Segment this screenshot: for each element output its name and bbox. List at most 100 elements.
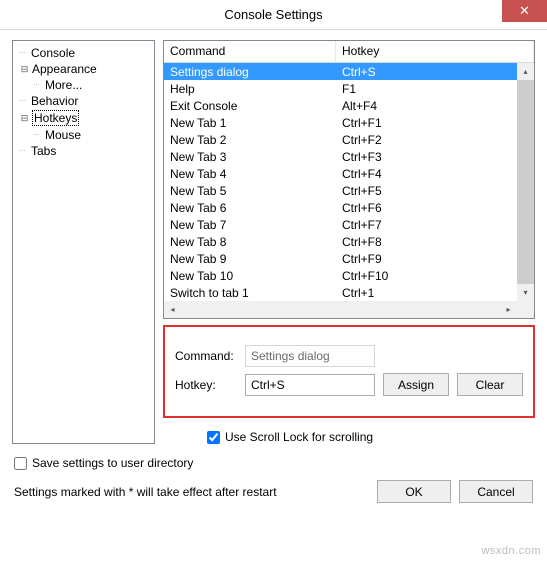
collapse-icon[interactable]: ⊟ xyxy=(19,113,30,124)
cell-command: New Tab 5 xyxy=(164,184,336,198)
cell-hotkey: Ctrl+F7 xyxy=(336,218,534,232)
list-row[interactable]: New Tab 3Ctrl+F3 xyxy=(164,148,534,165)
list-row[interactable]: New Tab 8Ctrl+F8 xyxy=(164,233,534,250)
close-icon: ✕ xyxy=(519,3,530,19)
list-row[interactable]: New Tab 1Ctrl+F1 xyxy=(164,114,534,131)
list-row[interactable]: HelpF1 xyxy=(164,80,534,97)
list-body[interactable]: Settings dialogCtrl+SHelpF1Exit ConsoleA… xyxy=(164,63,534,318)
list-row[interactable]: New Tab 10Ctrl+F10 xyxy=(164,267,534,284)
scroll-up-icon[interactable]: ▴ xyxy=(517,63,534,80)
horizontal-scrollbar[interactable]: ◂ ▸ xyxy=(164,301,517,318)
cell-command: Switch to tab 1 xyxy=(164,286,336,300)
scroll-left-icon[interactable]: ◂ xyxy=(164,301,181,318)
tree-item-label: Behavior xyxy=(31,94,78,108)
list-row[interactable]: Settings dialogCtrl+S xyxy=(164,63,534,80)
tree-item-tabs[interactable]: ⋯Tabs xyxy=(15,143,152,159)
hotkey-label: Hotkey: xyxy=(175,378,237,392)
restart-note: Settings marked with * will take effect … xyxy=(14,485,277,499)
scroll-corner xyxy=(517,301,534,318)
save-user-dir-row: Save settings to user directory xyxy=(14,456,533,470)
scroll-lock-label[interactable]: Use Scroll Lock for scrolling xyxy=(225,430,373,444)
title-bar: Console Settings ✕ xyxy=(0,0,547,30)
tree-item-label: Hotkeys xyxy=(32,110,79,126)
watermark: wsxdn.com xyxy=(481,545,541,557)
close-button[interactable]: ✕ xyxy=(502,0,547,22)
list-row[interactable]: New Tab 5Ctrl+F5 xyxy=(164,182,534,199)
cell-command: New Tab 4 xyxy=(164,167,336,181)
tree-item-more-[interactable]: ⋯More... xyxy=(15,77,152,93)
ok-button[interactable]: OK xyxy=(377,480,451,503)
hotkey-edit-group: Command: Settings dialog Hotkey: Assign … xyxy=(163,325,535,418)
cell-command: New Tab 1 xyxy=(164,116,336,130)
tree-item-behavior[interactable]: ⋯Behavior xyxy=(15,93,152,109)
cell-hotkey: Ctrl+F5 xyxy=(336,184,534,198)
assign-button[interactable]: Assign xyxy=(383,373,449,396)
cell-hotkey: Ctrl+F1 xyxy=(336,116,534,130)
cell-hotkey: Ctrl+F4 xyxy=(336,167,534,181)
list-row[interactable]: New Tab 2Ctrl+F2 xyxy=(164,131,534,148)
cell-command: Help xyxy=(164,82,336,96)
cell-hotkey: F1 xyxy=(336,82,534,96)
clear-button[interactable]: Clear xyxy=(457,373,523,396)
command-display: Settings dialog xyxy=(245,345,375,367)
tree-item-console[interactable]: ⋯Console xyxy=(15,45,152,61)
command-row: Command: Settings dialog xyxy=(175,345,523,367)
cell-hotkey: Ctrl+F3 xyxy=(336,150,534,164)
save-user-dir-label[interactable]: Save settings to user directory xyxy=(32,456,193,470)
cell-command: New Tab 2 xyxy=(164,133,336,147)
vertical-scrollbar[interactable]: ▴ ▾ xyxy=(517,63,534,301)
list-row[interactable]: New Tab 7Ctrl+F7 xyxy=(164,216,534,233)
cell-command: New Tab 6 xyxy=(164,201,336,215)
save-user-dir-checkbox[interactable] xyxy=(14,457,27,470)
tree-item-label: Mouse xyxy=(45,128,81,142)
column-hotkey[interactable]: Hotkey xyxy=(336,41,534,62)
cell-hotkey: Ctrl+S xyxy=(336,65,534,79)
list-header: Command Hotkey xyxy=(164,41,534,63)
cell-command: Exit Console xyxy=(164,99,336,113)
scroll-lock-checkbox[interactable] xyxy=(207,431,220,444)
cell-command: New Tab 10 xyxy=(164,269,336,283)
cancel-button[interactable]: Cancel xyxy=(459,480,533,503)
cell-command: New Tab 9 xyxy=(164,252,336,266)
cell-hotkey: Ctrl+F10 xyxy=(336,269,534,283)
scroll-lock-row: Use Scroll Lock for scrolling xyxy=(163,424,535,444)
column-command[interactable]: Command xyxy=(164,41,336,62)
tree-item-label: More... xyxy=(45,78,82,92)
list-row[interactable]: New Tab 4Ctrl+F4 xyxy=(164,165,534,182)
cell-hotkey: Ctrl+1 xyxy=(336,286,534,300)
cell-hotkey: Ctrl+F8 xyxy=(336,235,534,249)
main-area: ⋯Console⊟Appearance⋯More...⋯Behavior⊟Hot… xyxy=(0,30,547,450)
window-title: Console Settings xyxy=(224,7,322,22)
scroll-track[interactable] xyxy=(181,301,500,318)
list-row[interactable]: Switch to tab 1Ctrl+1 xyxy=(164,284,534,301)
right-panel: Command Hotkey Settings dialogCtrl+SHelp… xyxy=(163,40,535,444)
hotkey-row: Hotkey: Assign Clear xyxy=(175,373,523,396)
tree-item-label: Console xyxy=(31,46,75,60)
command-label: Command: xyxy=(175,349,237,363)
scroll-down-icon[interactable]: ▾ xyxy=(517,284,534,301)
hotkey-input[interactable] xyxy=(245,374,375,396)
category-tree[interactable]: ⋯Console⊟Appearance⋯More...⋯Behavior⊟Hot… xyxy=(12,40,155,444)
tree-item-mouse[interactable]: ⋯Mouse xyxy=(15,127,152,143)
tree-item-appearance[interactable]: ⊟Appearance xyxy=(15,61,152,77)
collapse-icon[interactable]: ⊟ xyxy=(19,64,30,75)
cell-command: New Tab 8 xyxy=(164,235,336,249)
footer: Save settings to user directory Settings… xyxy=(0,450,547,509)
cell-command: New Tab 7 xyxy=(164,218,336,232)
cell-command: Settings dialog xyxy=(164,65,336,79)
scroll-right-icon[interactable]: ▸ xyxy=(500,301,517,318)
dialog-buttons: OK Cancel xyxy=(377,480,533,503)
list-row[interactable]: Exit ConsoleAlt+F4 xyxy=(164,97,534,114)
cell-hotkey: Ctrl+F2 xyxy=(336,133,534,147)
list-row[interactable]: New Tab 9Ctrl+F9 xyxy=(164,250,534,267)
hotkey-list[interactable]: Command Hotkey Settings dialogCtrl+SHelp… xyxy=(163,40,535,319)
footer-bottom-row: Settings marked with * will take effect … xyxy=(14,480,533,503)
tree-item-label: Appearance xyxy=(32,62,97,76)
list-row[interactable]: New Tab 6Ctrl+F6 xyxy=(164,199,534,216)
cell-command: New Tab 3 xyxy=(164,150,336,164)
tree-item-hotkeys[interactable]: ⊟Hotkeys xyxy=(15,109,152,127)
cell-hotkey: Alt+F4 xyxy=(336,99,534,113)
cell-hotkey: Ctrl+F9 xyxy=(336,252,534,266)
tree-item-label: Tabs xyxy=(31,144,56,158)
scroll-thumb[interactable] xyxy=(517,80,534,284)
